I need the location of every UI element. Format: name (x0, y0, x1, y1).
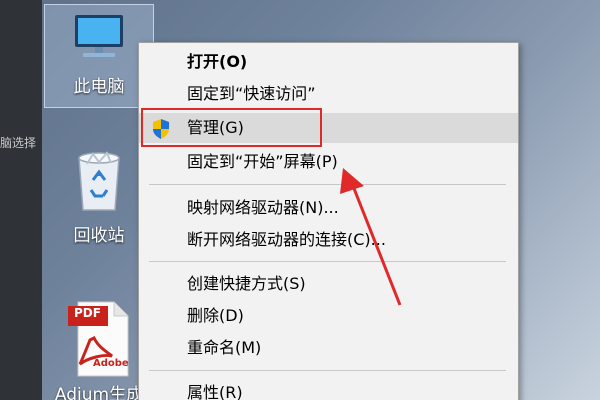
red-arrow-annotation (340, 168, 402, 306)
